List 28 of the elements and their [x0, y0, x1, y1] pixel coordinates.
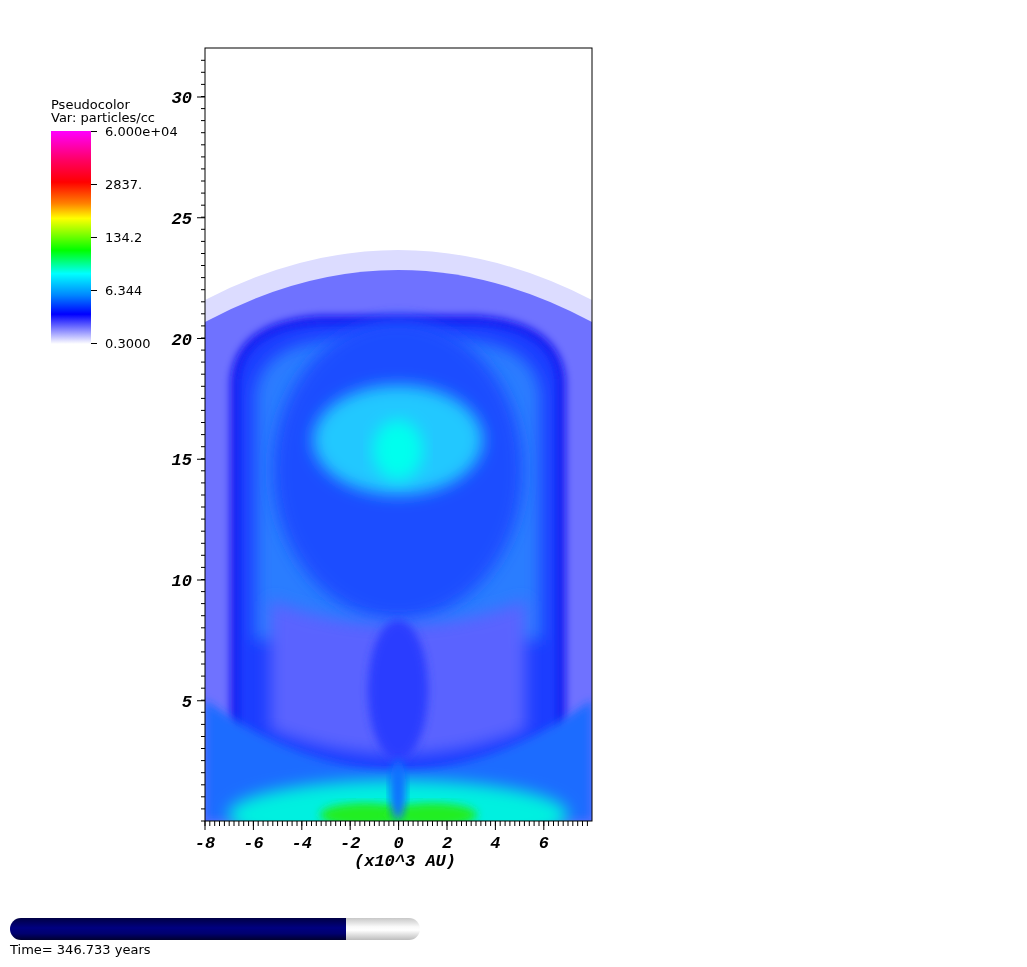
- x-tick-label: 0: [393, 834, 404, 853]
- legend-label: 6.000e+04: [105, 123, 178, 139]
- x-tick-label: 4: [490, 834, 501, 853]
- y-tick-label: 5: [181, 692, 192, 712]
- x-tick-label: -2: [340, 834, 361, 853]
- x-tick-label: -8: [194, 834, 216, 853]
- x-tick-label: 2: [441, 834, 453, 853]
- y-tick-label: 30: [171, 89, 192, 108]
- y-tick-label: 25: [171, 209, 192, 229]
- legend-tick: [91, 342, 97, 344]
- legend-tick: [91, 183, 97, 185]
- legend-tick: [91, 289, 97, 291]
- y-tick-label: 10: [171, 572, 192, 591]
- legend-label: 2837.: [105, 176, 143, 192]
- x-tick-label: 6: [538, 834, 549, 853]
- time-label: Time= 346.733 years: [10, 942, 152, 957]
- x-tick-label: -4: [291, 834, 312, 853]
- y-tick-label: 15: [171, 451, 192, 471]
- legend-label: 0.3000: [105, 335, 151, 351]
- legend-label: 6.344: [105, 282, 143, 298]
- x-axis-title: (x10^3 AU): [354, 852, 456, 871]
- legend-tick: [91, 236, 97, 238]
- legend-title: Pseudocolor: [51, 98, 131, 111]
- y-tick-label: 20: [171, 330, 192, 350]
- legend-label: 134.2: [105, 229, 143, 245]
- legend-tick: [91, 130, 97, 132]
- x-tick-label: -6: [243, 834, 264, 853]
- time-slider[interactable]: [10, 918, 420, 940]
